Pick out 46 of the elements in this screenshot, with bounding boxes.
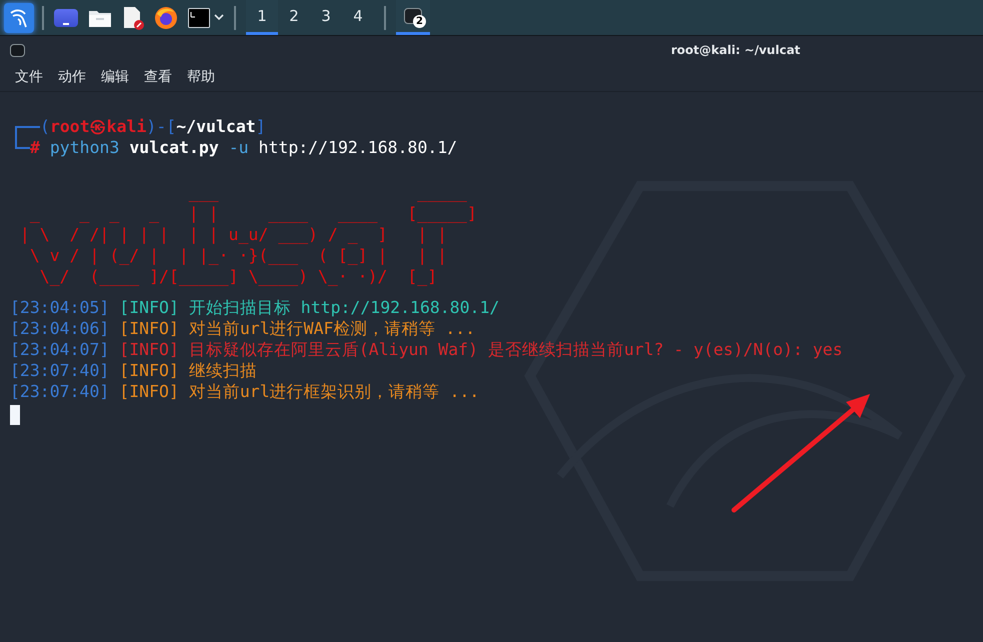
prompt-bracket: ] [256, 116, 266, 137]
terminal-task-button[interactable]: 2 [396, 0, 430, 35]
window-count-badge: 2 [413, 15, 426, 28]
command-name: python3 [50, 137, 120, 158]
log-level: [INFO] [119, 339, 179, 360]
log-timestamp: [23:04:06] [10, 318, 110, 339]
prompt-user: root㉿kali [50, 116, 146, 137]
log-message: 继续扫描 [188, 360, 257, 381]
log-message: 目标疑似存在阿里云盾(Aliyun Waf) 是否继续扫描当前url? - y(es)/N(o): yes [188, 339, 843, 360]
workspace-tab[interactable]: 4 [342, 0, 374, 35]
document-icon[interactable] [122, 6, 144, 30]
log-message: 对当前url进行框架识别，请稍等 ... [188, 381, 480, 402]
log-timestamp: [23:04:05] [10, 297, 110, 318]
command-flag-text: -u [228, 137, 249, 158]
cursor [10, 405, 20, 425]
log-message: 对当前url进行WAF检测，请稍等 ... [188, 318, 476, 339]
ascii-art-text: ___ _____ _ _ _ _ | | ____ ____ [_____] | \ / /| | | | | | u_u/ ___) / _ ] | | \ v / | (_/ | | |_· ·}(___ ( [_] | | | \_/ (____ ]/[_____] \____) \_· ·)/ [_] [18, 182, 477, 287]
log-level: [INFO] [119, 360, 179, 381]
log-level: [INFO] [119, 318, 179, 339]
browser-icon[interactable] [154, 6, 178, 30]
log-level: [INFO] [119, 381, 179, 402]
menu-item[interactable]: 动作 [58, 67, 86, 88]
terminal-icon [10, 44, 25, 56]
menu-item[interactable]: 帮助 [187, 67, 215, 88]
terminal-icon[interactable] [188, 8, 210, 28]
log-level: [INFO] [119, 297, 179, 318]
log-message: 开始扫描目标 http://192.168.80.1/ [188, 297, 500, 318]
log-timestamp: [23:07:40] [10, 360, 110, 381]
log-timestamp: [23:04:07] [10, 339, 110, 360]
menu-item[interactable]: 文件 [15, 67, 43, 88]
workspace-tab[interactable]: 2 [278, 0, 310, 35]
command-url: http://192.168.80.1/ [258, 137, 458, 158]
menu-item[interactable]: 查看 [144, 67, 172, 88]
menu-item[interactable]: 编辑 [101, 67, 129, 88]
desktop-icon[interactable] [54, 8, 78, 26]
window-title: root@kali: ~/vulcat [671, 42, 800, 59]
workspace-tab[interactable]: 1 [246, 0, 278, 35]
script-name: vulcat.py [129, 137, 219, 158]
prompt-symbol: # [30, 137, 40, 158]
prompt-bracket: ( [40, 116, 50, 137]
chevron-down-icon[interactable] [214, 14, 224, 21]
prompt-path: ~/vulcat [176, 116, 256, 137]
workspace-tab[interactable]: 3 [310, 0, 342, 35]
prompt-bracket: )-[ [146, 116, 176, 137]
log-timestamp: [23:07:40] [10, 381, 110, 402]
kali-menu-button[interactable] [4, 2, 34, 32]
